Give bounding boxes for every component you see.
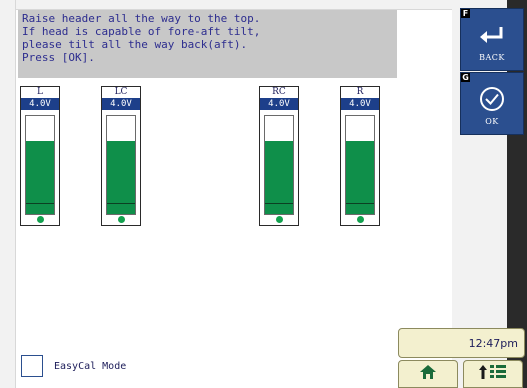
left-frame — [0, 0, 16, 388]
checkmark-circle-icon — [461, 85, 523, 113]
gauge-name: LC — [114, 87, 128, 97]
gauge-track — [264, 115, 294, 215]
gauge-marker — [107, 203, 135, 204]
gauge-l: L 4.0V — [20, 86, 60, 226]
gauge-indicator-dot — [36, 216, 44, 223]
gauge-voltage: 4.0V — [21, 98, 59, 110]
gauge-name: RC — [272, 87, 286, 97]
gauge-marker — [346, 203, 374, 204]
gauge-name: L — [37, 87, 43, 97]
gauge-rc: RC 4.0V — [259, 86, 299, 226]
return-arrow-icon — [461, 21, 523, 49]
gauge-marker — [265, 203, 293, 204]
instruction-text: Raise header all the way to the top. If … — [18, 10, 397, 78]
gauge-lc: LC 4.0V — [101, 86, 141, 226]
gauge-name: R — [356, 87, 364, 97]
gauge-track — [345, 115, 375, 215]
softkey-letter: G — [461, 73, 470, 82]
clock-time: 12:47pm — [468, 337, 518, 350]
back-button[interactable]: F BACK — [460, 8, 524, 71]
ok-button[interactable]: G OK — [460, 72, 524, 135]
gauge-track — [106, 115, 136, 215]
clock-display: 12:47pm — [398, 328, 525, 358]
ok-label: OK — [485, 117, 499, 126]
gauge-track — [25, 115, 55, 215]
gauge-indicator-dot — [275, 216, 283, 223]
up-arrow-menu-icon — [478, 363, 508, 385]
home-icon — [419, 364, 437, 384]
gauge-marker — [26, 203, 54, 204]
easycal-label: EasyCal Mode — [54, 361, 127, 372]
gauge-indicator-dot — [117, 216, 125, 223]
gauge-r: R 4.0V — [340, 86, 380, 226]
menu-button[interactable] — [463, 360, 523, 388]
gauge-voltage: 4.0V — [102, 98, 140, 110]
easycal-checkbox[interactable] — [21, 355, 43, 377]
gauge-voltage: 4.0V — [341, 98, 379, 110]
back-label: BACK — [479, 53, 505, 62]
top-frame — [0, 0, 527, 10]
gauge-indicator-dot — [356, 216, 364, 223]
gauge-voltage: 4.0V — [260, 98, 298, 110]
softkey-letter: F — [461, 9, 470, 18]
home-button[interactable] — [398, 360, 458, 388]
